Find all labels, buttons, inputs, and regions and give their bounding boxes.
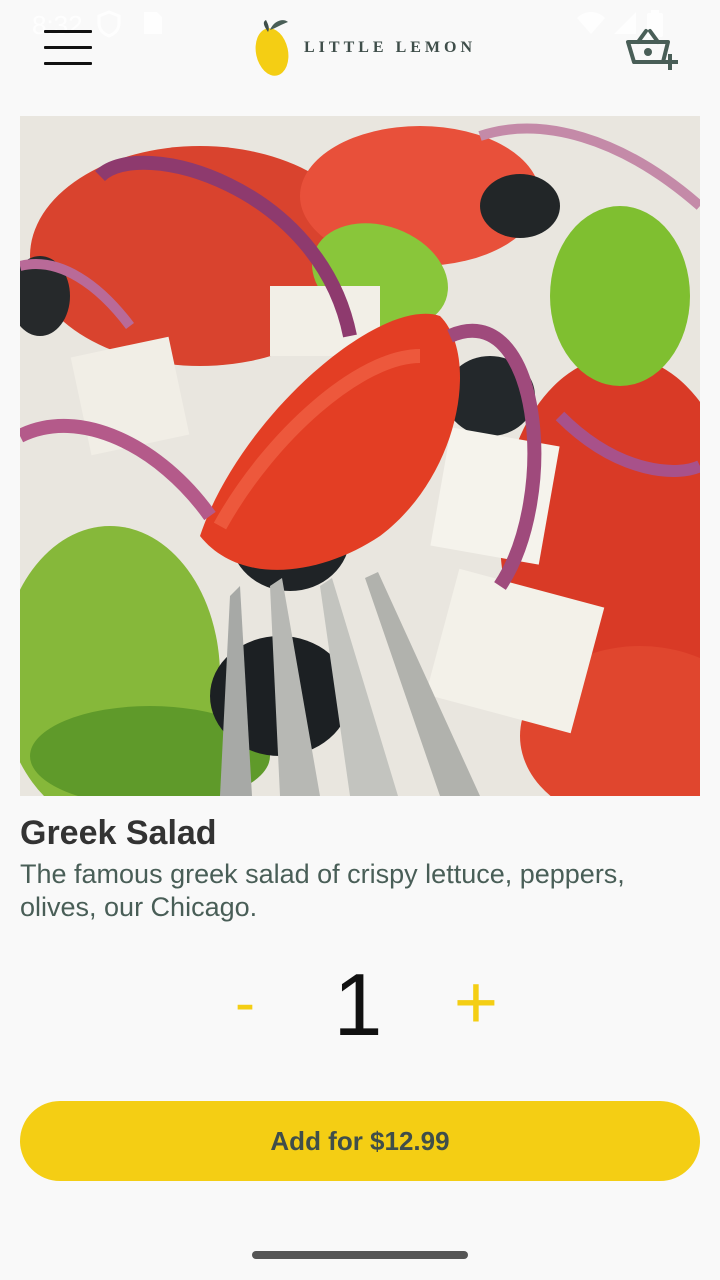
dish-description: The famous greek salad of crispy lettuce… — [20, 859, 625, 922]
greek-salad-photo — [20, 116, 700, 796]
basket-add-icon — [626, 29, 678, 70]
lemon-logo-icon — [255, 20, 289, 76]
logo-text: LITTLE LEMON — [304, 39, 477, 56]
decrease-quantity-button[interactable]: - — [222, 968, 268, 1038]
increase-quantity-button[interactable]: + — [448, 965, 504, 1041]
menu-bar-middle — [44, 46, 92, 49]
quantity-selector: - 1 + — [0, 950, 720, 1060]
add-to-cart-button[interactable]: Add for $12.99 — [20, 1101, 700, 1181]
quantity-value: 1 — [333, 955, 383, 1054]
home-indicator[interactable] — [252, 1251, 468, 1259]
dish-title: Greek Salad — [20, 814, 217, 852]
menu-bar-bottom — [44, 62, 92, 65]
menu-bar-top — [44, 30, 92, 33]
little-lemon-logo: LITTLE LEMON — [254, 18, 476, 78]
menu-button[interactable] — [40, 28, 96, 70]
dish-image — [20, 116, 700, 796]
app-header: LITTLE LEMON — [0, 0, 720, 100]
cart-button[interactable] — [624, 28, 680, 72]
